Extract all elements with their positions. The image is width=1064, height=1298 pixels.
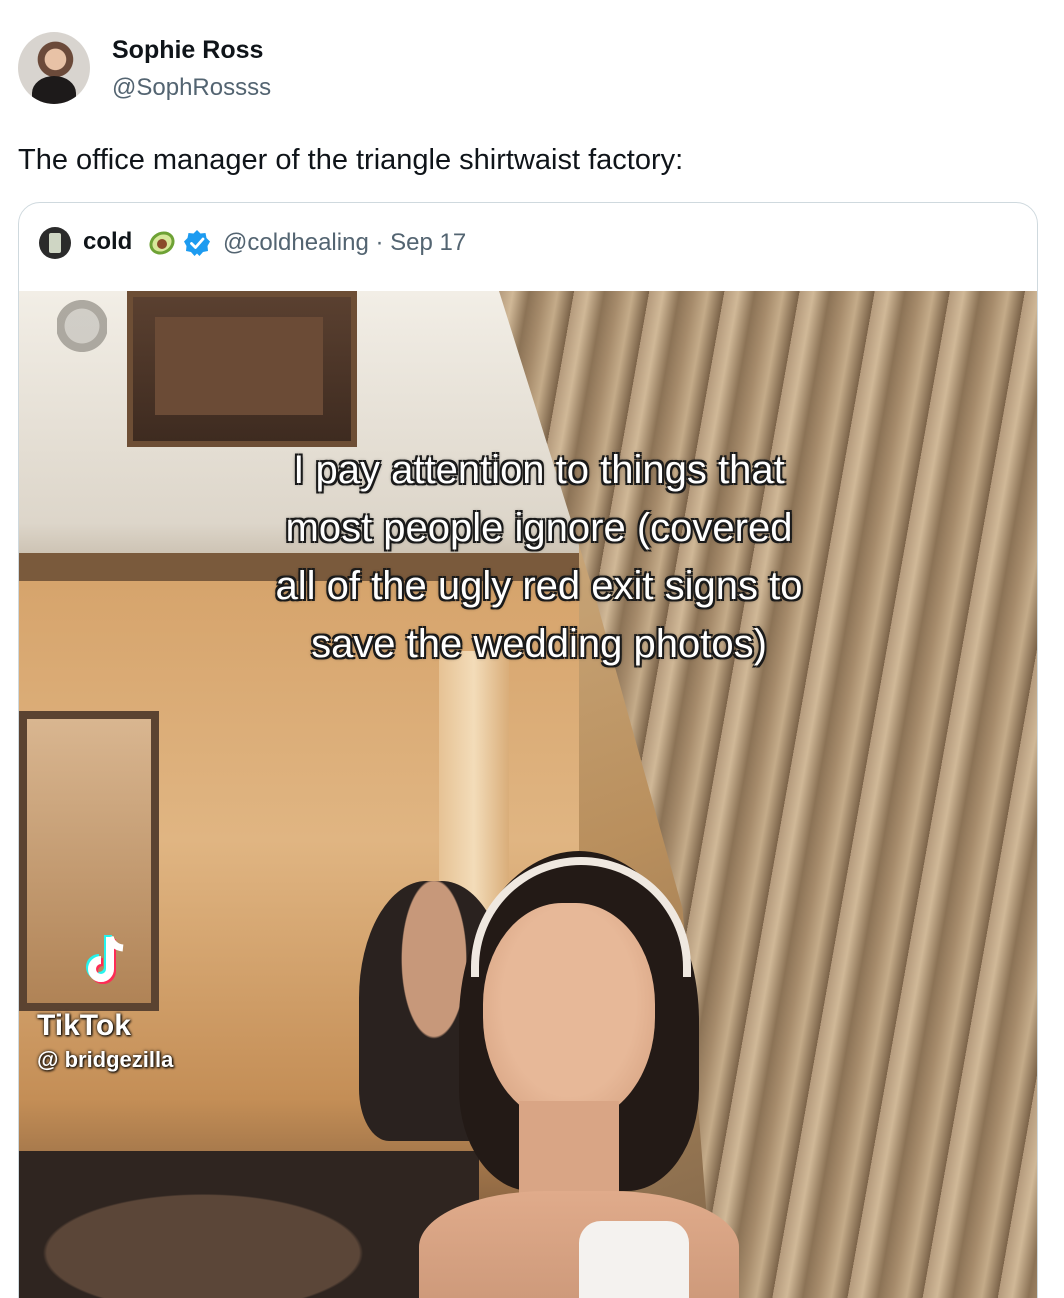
tiktok-watermark: TikTok @ bridgezilla	[37, 931, 277, 1081]
scene-frame	[127, 291, 357, 447]
quoted-tweet-header: cold @coldhealing · Sep 17	[39, 227, 1019, 259]
verified-badge-icon	[184, 230, 210, 256]
quoted-author-name[interactable]: cold	[83, 228, 132, 256]
quoted-author-avatar[interactable]	[39, 227, 71, 259]
author-name[interactable]: Sophie Ross	[112, 36, 263, 65]
tweet-header: Sophie Ross @SophRossss	[18, 30, 1046, 108]
tiktok-username: @ bridgezilla	[37, 1047, 174, 1072]
scene-dress	[579, 1221, 689, 1298]
scene-crowd	[19, 1151, 479, 1298]
quoted-tweet-video[interactable]: I pay attention to things that most peop…	[19, 291, 1037, 1298]
tiktok-logo-icon	[86, 935, 124, 984]
quoted-tweet-meta[interactable]: @coldhealing · Sep 17	[223, 229, 466, 257]
quoted-tweet-card[interactable]: cold @coldhealing · Sep 17 I pay attenti…	[18, 202, 1038, 1298]
tweet-text: The office manager of the triangle shirt…	[18, 144, 684, 176]
avocado-icon	[149, 231, 175, 255]
tiktok-brand: TikTok	[37, 1009, 131, 1042]
author-handle[interactable]: @SophRossss	[112, 74, 271, 102]
video-caption: I pay attention to things that most peop…	[275, 448, 803, 666]
author-avatar[interactable]	[18, 32, 90, 104]
scene-ornament	[57, 291, 107, 361]
